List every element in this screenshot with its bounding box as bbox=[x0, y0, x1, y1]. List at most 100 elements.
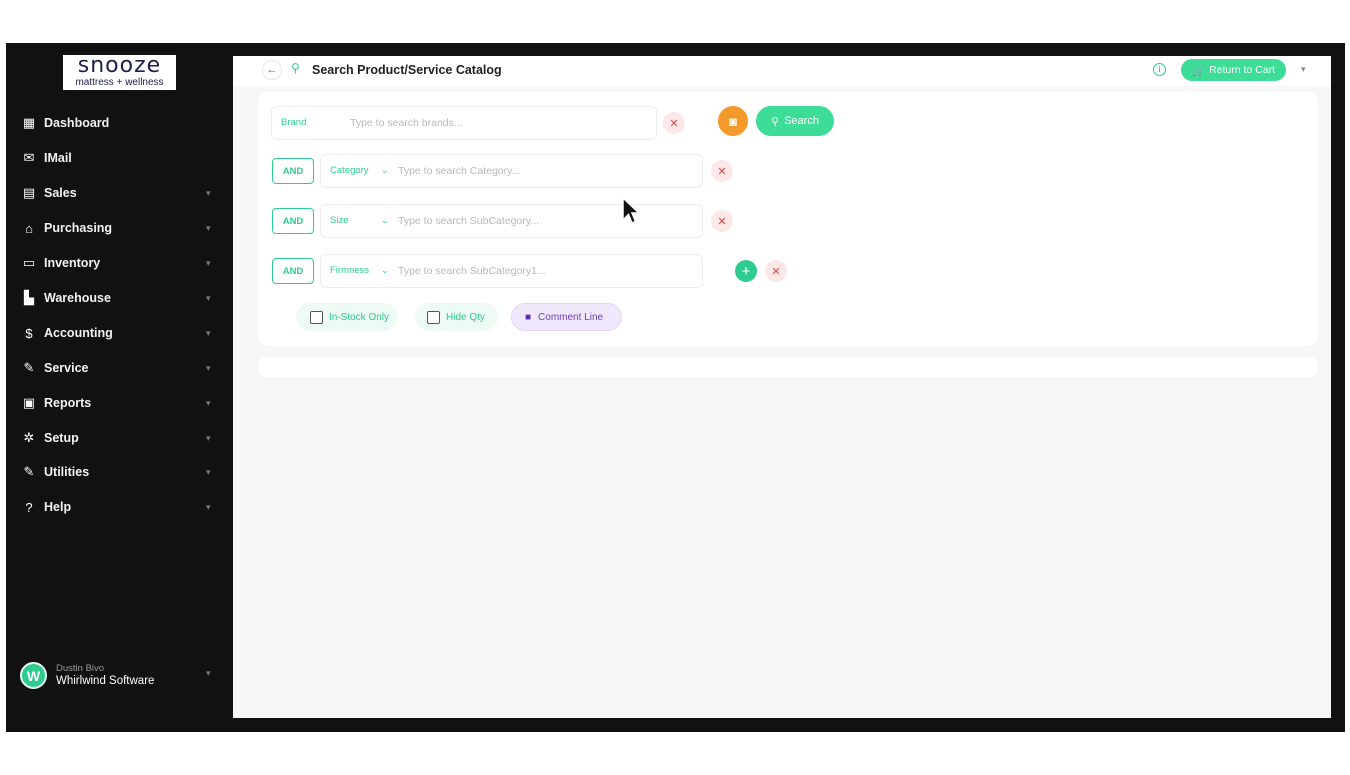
return-to-cart-button[interactable]: 🛒 Return to Cart bbox=[1181, 59, 1286, 81]
chevron-down-icon: ▾ bbox=[206, 362, 211, 373]
sidebar-item-inventory[interactable]: ▭ Inventory ▾ bbox=[6, 248, 232, 278]
wrench-icon: ✎ bbox=[23, 464, 35, 479]
camera-button[interactable]: ◙ bbox=[718, 106, 748, 136]
sidebar-item-label: Utilities bbox=[44, 465, 90, 479]
brand-search-field[interactable]: Brand Type to search brands... bbox=[271, 106, 657, 140]
page-title: Search Product/Service Catalog bbox=[312, 63, 502, 77]
remove-category-filter-button[interactable]: ✕ bbox=[711, 160, 733, 182]
and-connector-button[interactable]: AND bbox=[272, 258, 314, 284]
size-filter-field[interactable]: Size ⌄ Type to search SubCategory... bbox=[320, 204, 703, 238]
dashboard-icon: ▦ bbox=[22, 115, 36, 130]
and-connector-button[interactable]: AND bbox=[272, 208, 314, 234]
wrench-icon: ✎ bbox=[23, 360, 35, 375]
main-content: ← ⚲ Search Product/Service Catalog i 🛒 R… bbox=[233, 56, 1331, 718]
chevron-down-icon: ▾ bbox=[206, 187, 211, 198]
sidebar: snooze mattress + wellness ▦ Dashboard ✉… bbox=[6, 43, 232, 732]
mouse-cursor-icon bbox=[622, 196, 641, 224]
hide-qty-checkbox[interactable] bbox=[427, 310, 440, 324]
clear-brand-button[interactable]: ✕ bbox=[663, 112, 685, 134]
remove-firmness-filter-button[interactable]: ✕ bbox=[765, 260, 787, 282]
brand-label: Brand bbox=[281, 117, 307, 128]
chevron-down-icon: ▾ bbox=[206, 257, 211, 268]
sidebar-item-label: Service bbox=[44, 361, 89, 375]
chevron-down-icon: ▾ bbox=[206, 432, 211, 443]
top-bar: ← ⚲ Search Product/Service Catalog i 🛒 R… bbox=[233, 56, 1331, 86]
cart-icon: 🛒 bbox=[1191, 64, 1206, 77]
chevron-down-icon: ▾ bbox=[206, 466, 211, 477]
firmness-filter-select[interactable]: Firmness bbox=[330, 265, 369, 276]
in-stock-only-toggle[interactable]: In-Stock Only bbox=[296, 303, 398, 331]
user-name: Dustin Bivo bbox=[56, 663, 105, 674]
bag-icon: ⌂ bbox=[25, 220, 33, 236]
user-profile[interactable]: W Dustin Bivo Whirlwind Software ▾ bbox=[20, 662, 225, 692]
firmness-search-input[interactable]: Type to search SubCategory1... bbox=[398, 265, 546, 277]
snooze-logo[interactable]: snooze mattress + wellness bbox=[63, 55, 176, 90]
search-button-label: Search bbox=[784, 115, 819, 127]
hide-qty-toggle[interactable]: Hide Qty bbox=[415, 303, 498, 331]
reports-icon: ▣ bbox=[22, 395, 36, 410]
sidebar-item-label: Dashboard bbox=[44, 116, 110, 130]
size-search-input[interactable]: Type to search SubCategory... bbox=[398, 215, 539, 227]
help-icon: ? bbox=[25, 499, 33, 515]
category-filter-select[interactable]: Category bbox=[330, 165, 369, 176]
sidebar-item-label: Purchasing bbox=[44, 221, 113, 235]
app-window: snooze mattress + wellness ▦ Dashboard ✉… bbox=[6, 43, 1345, 732]
category-search-input[interactable]: Type to search Category... bbox=[398, 165, 520, 177]
chevron-down-icon: ▾ bbox=[206, 222, 211, 233]
chevron-down-icon: ▾ bbox=[206, 327, 211, 338]
return-to-cart-label: Return to Cart bbox=[1209, 64, 1276, 76]
info-icon[interactable]: i bbox=[1153, 63, 1166, 76]
comment-icon: ■ bbox=[525, 311, 532, 323]
avatar: W bbox=[20, 662, 47, 689]
user-company: Whirlwind Software bbox=[56, 675, 155, 687]
sidebar-item-warehouse[interactable]: ▙ Warehouse ▾ bbox=[6, 283, 232, 313]
sales-icon: ▤ bbox=[22, 185, 36, 200]
search-icon: ⚲ bbox=[291, 61, 300, 75]
results-panel bbox=[258, 357, 1318, 377]
logo-brand: snooze bbox=[77, 53, 162, 78]
sidebar-item-reports[interactable]: ▣ Reports ▾ bbox=[6, 388, 232, 418]
add-filter-button[interactable]: + bbox=[735, 260, 757, 282]
sidebar-item-sales[interactable]: ▤ Sales ▾ bbox=[6, 178, 232, 208]
size-filter-select[interactable]: Size bbox=[330, 215, 348, 226]
sidebar-item-label: Reports bbox=[44, 396, 92, 410]
back-button[interactable]: ← bbox=[262, 60, 282, 80]
dollar-icon: $ bbox=[25, 325, 33, 341]
chevron-down-icon: ▾ bbox=[206, 668, 211, 678]
chevron-down-icon: ⌄ bbox=[381, 165, 389, 175]
chevron-down-icon: ⌄ bbox=[381, 265, 389, 275]
sidebar-item-help[interactable]: ? Help ▾ bbox=[6, 492, 232, 522]
sidebar-item-service[interactable]: ✎ Service ▾ bbox=[6, 353, 232, 383]
warehouse-icon: ▙ bbox=[24, 290, 34, 305]
sidebar-item-label: Inventory bbox=[44, 256, 101, 270]
brand-search-input[interactable]: Type to search brands... bbox=[350, 117, 463, 129]
sidebar-item-imail[interactable]: ✉ IMail bbox=[6, 143, 232, 173]
chevron-down-icon: ▾ bbox=[206, 501, 211, 512]
sidebar-item-accounting[interactable]: $ Accounting ▾ bbox=[6, 318, 232, 348]
chevron-down-icon[interactable]: ▾ bbox=[1301, 64, 1306, 75]
sidebar-item-dashboard[interactable]: ▦ Dashboard bbox=[6, 108, 232, 138]
comment-line-button[interactable]: ■ Comment Line bbox=[511, 303, 622, 331]
sidebar-item-purchasing[interactable]: ⌂ Purchasing ▾ bbox=[6, 213, 232, 243]
remove-size-filter-button[interactable]: ✕ bbox=[711, 210, 733, 232]
inventory-icon: ▭ bbox=[22, 255, 36, 270]
sidebar-item-label: Warehouse bbox=[44, 291, 111, 305]
sidebar-item-label: Help bbox=[44, 500, 72, 514]
firmness-filter-field[interactable]: Firmness ⌄ Type to search SubCategory1..… bbox=[320, 254, 703, 288]
logo-tagline: mattress + wellness bbox=[75, 77, 164, 88]
chevron-down-icon: ▾ bbox=[206, 292, 211, 303]
sidebar-item-setup[interactable]: ✲ Setup ▾ bbox=[6, 423, 232, 453]
in-stock-only-checkbox[interactable] bbox=[310, 310, 323, 324]
sidebar-item-label: IMail bbox=[44, 151, 72, 165]
search-icon: ⚲ bbox=[771, 115, 780, 128]
camera-icon: ◙ bbox=[729, 113, 737, 129]
sidebar-item-label: Setup bbox=[44, 431, 79, 445]
sidebar-item-utilities[interactable]: ✎ Utilities ▾ bbox=[6, 457, 232, 487]
chevron-down-icon: ▾ bbox=[206, 397, 211, 408]
sidebar-item-label: Accounting bbox=[44, 326, 113, 340]
search-button[interactable]: ⚲ Search bbox=[756, 106, 834, 136]
comment-line-label: Comment Line bbox=[538, 311, 604, 323]
category-filter-field[interactable]: Category ⌄ Type to search Category... bbox=[320, 154, 703, 188]
gear-icon: ✲ bbox=[23, 430, 35, 445]
and-connector-button[interactable]: AND bbox=[272, 158, 314, 184]
